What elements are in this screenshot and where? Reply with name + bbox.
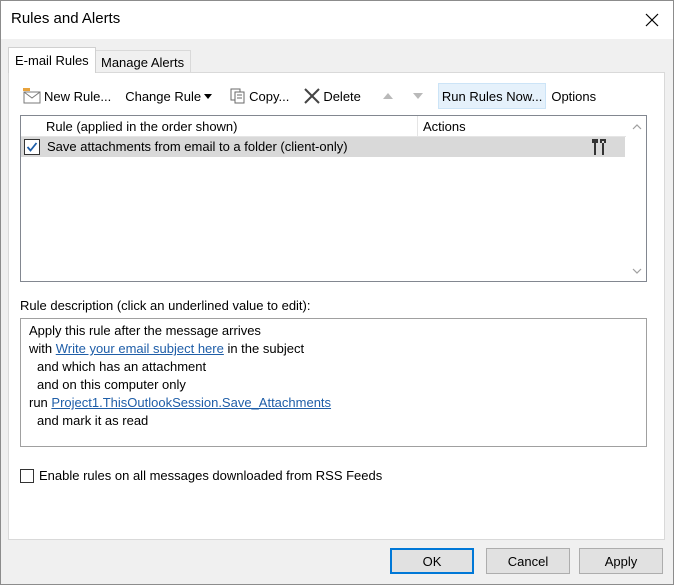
new-rule-label: New Rule... bbox=[44, 88, 112, 104]
cancel-button[interactable]: Cancel bbox=[486, 548, 570, 574]
column-header-actions[interactable]: Actions bbox=[418, 116, 626, 136]
arrow-up-icon bbox=[382, 93, 393, 99]
close-icon bbox=[645, 13, 659, 27]
change-rule-button[interactable]: Change Rule bbox=[122, 83, 218, 109]
subject-value-link[interactable]: Write your email subject here bbox=[56, 341, 224, 356]
scroll-down-button[interactable] bbox=[627, 262, 646, 280]
options-label: Options bbox=[551, 88, 597, 104]
arrow-down-icon bbox=[412, 93, 423, 99]
run-rules-now-button[interactable]: Run Rules Now... bbox=[437, 83, 547, 109]
description-line-5: run Project1.ThisOutlookSession.Save_Att… bbox=[29, 395, 331, 410]
rule-enabled-checkbox[interactable] bbox=[24, 139, 40, 155]
copy-button[interactable]: Copy... bbox=[226, 83, 292, 109]
column-header-rule-label: Rule (applied in the order shown) bbox=[46, 118, 238, 134]
rules-toolbar: New Rule... Change Rule Copy... Delete R… bbox=[19, 82, 601, 110]
column-header-rule[interactable]: Rule (applied in the order shown) bbox=[41, 116, 418, 136]
rule-list-header: Rule (applied in the order shown) Action… bbox=[21, 116, 626, 137]
title-bar: Rules and Alerts bbox=[1, 1, 673, 39]
move-up-button[interactable] bbox=[378, 83, 400, 109]
run-rules-now-label: Run Rules Now... bbox=[441, 88, 543, 104]
script-value-link[interactable]: Project1.ThisOutlookSession.Save_Attachm… bbox=[51, 395, 331, 410]
cancel-label: Cancel bbox=[507, 553, 549, 569]
description-line-6: and mark it as read bbox=[37, 413, 149, 428]
tab-manage-alerts[interactable]: Manage Alerts bbox=[94, 50, 192, 73]
apply-button[interactable]: Apply bbox=[579, 548, 663, 574]
tab-email-rules-label: E-mail Rules bbox=[15, 53, 89, 68]
description-line-1: Apply this rule after the message arrive… bbox=[29, 323, 261, 338]
tab-manage-alerts-label: Manage Alerts bbox=[101, 54, 185, 70]
delete-icon bbox=[304, 88, 321, 104]
tools-icon bbox=[592, 139, 606, 155]
rules-and-alerts-dialog: Rules and Alerts E-mail Rules Manage Ale… bbox=[0, 0, 674, 585]
apply-label: Apply bbox=[604, 553, 638, 569]
chevron-up-icon bbox=[632, 124, 641, 130]
scroll-up-button[interactable] bbox=[627, 118, 646, 136]
description-line-4: and on this computer only bbox=[37, 377, 186, 392]
rule-list[interactable]: Rule (applied in the order shown) Action… bbox=[20, 115, 647, 282]
table-row[interactable]: Save attachments from email to a folder … bbox=[21, 137, 625, 157]
copy-label: Copy... bbox=[249, 88, 290, 104]
delete-button[interactable]: Delete bbox=[300, 83, 364, 109]
copy-icon bbox=[230, 88, 245, 104]
rss-rules-checkbox[interactable] bbox=[20, 468, 34, 483]
rule-description-box: Apply this rule after the message arrive… bbox=[20, 318, 647, 447]
rule-actions-cell bbox=[591, 138, 609, 159]
description-line-2: with Write your email subject here in th… bbox=[29, 341, 304, 356]
window-title: Rules and Alerts bbox=[11, 10, 121, 27]
change-rule-label: Change Rule bbox=[125, 88, 202, 104]
options-button[interactable]: Options bbox=[548, 83, 599, 109]
ok-button[interactable]: OK bbox=[390, 548, 474, 574]
rule-description-label: Rule description (click an underlined va… bbox=[20, 298, 311, 313]
description-with-prefix: with bbox=[29, 341, 56, 356]
rss-rules-label: Enable rules on all messages downloaded … bbox=[39, 468, 383, 483]
column-header-actions-label: Actions bbox=[423, 118, 466, 134]
move-down-button[interactable] bbox=[408, 83, 430, 109]
rule-list-scrollbar[interactable] bbox=[627, 116, 646, 281]
chevron-down-icon bbox=[632, 268, 641, 274]
tab-email-rules[interactable]: E-mail Rules bbox=[8, 47, 96, 73]
rss-rules-option[interactable]: Enable rules on all messages downloaded … bbox=[20, 468, 382, 483]
description-subject-suffix: in the subject bbox=[223, 341, 305, 356]
checkmark-icon bbox=[26, 142, 38, 152]
description-run-prefix: run bbox=[29, 395, 52, 410]
new-rule-icon bbox=[23, 88, 41, 104]
delete-label: Delete bbox=[323, 88, 361, 104]
description-line-3: and which has an attachment bbox=[37, 359, 207, 374]
new-rule-button[interactable]: New Rule... bbox=[19, 83, 114, 109]
close-button[interactable] bbox=[641, 9, 663, 31]
rule-name: Save attachments from email to a folder … bbox=[47, 139, 348, 154]
chevron-down-icon bbox=[204, 94, 213, 99]
email-rules-panel: New Rule... Change Rule Copy... Delete R… bbox=[8, 72, 665, 540]
ok-label: OK bbox=[422, 553, 442, 569]
